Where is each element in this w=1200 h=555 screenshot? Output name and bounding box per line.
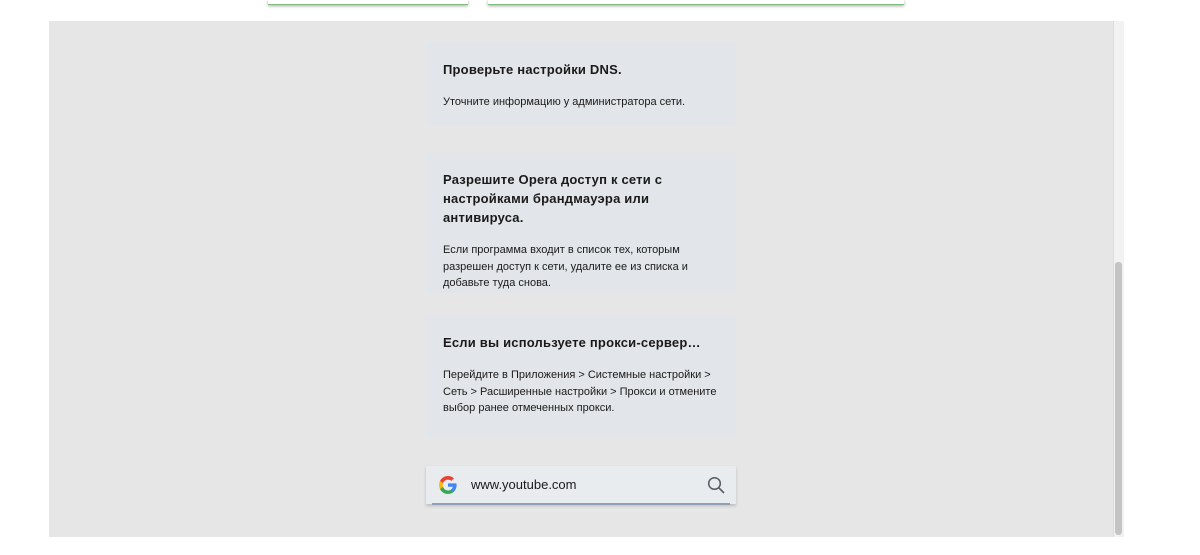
tip-body: Уточните информацию у администратора сет… <box>443 96 686 108</box>
tip-title: Разрешите Opera доступ к сети с настройк… <box>443 172 663 225</box>
tip-card-firewall: Разрешите Opera доступ к сети с настройк… <box>426 153 736 293</box>
search-input[interactable]: www.youtube.com <box>471 477 577 492</box>
search-box[interactable]: www.youtube.com <box>426 466 736 505</box>
search-icon[interactable] <box>707 476 725 494</box>
tip-card-proxy: Если вы используете прокси-сервер… Перей… <box>426 316 736 437</box>
tip-title: Проверьте настройки DNS. <box>443 62 622 77</box>
top-thumbnail-left[interactable] <box>268 0 468 5</box>
tip-card-dns: Проверьте настройки DNS. Уточните информ… <box>426 42 736 126</box>
top-thumbnail-right[interactable] <box>488 0 904 5</box>
tip-body: Если программа входит в список тех, кото… <box>443 244 688 289</box>
google-g-icon <box>439 476 457 494</box>
scrollbar-thumb[interactable] <box>1115 262 1122 535</box>
tip-title: Если вы используете прокси-сервер… <box>443 335 701 350</box>
tip-body: Перейдите в Приложения > Системные настр… <box>443 369 717 414</box>
